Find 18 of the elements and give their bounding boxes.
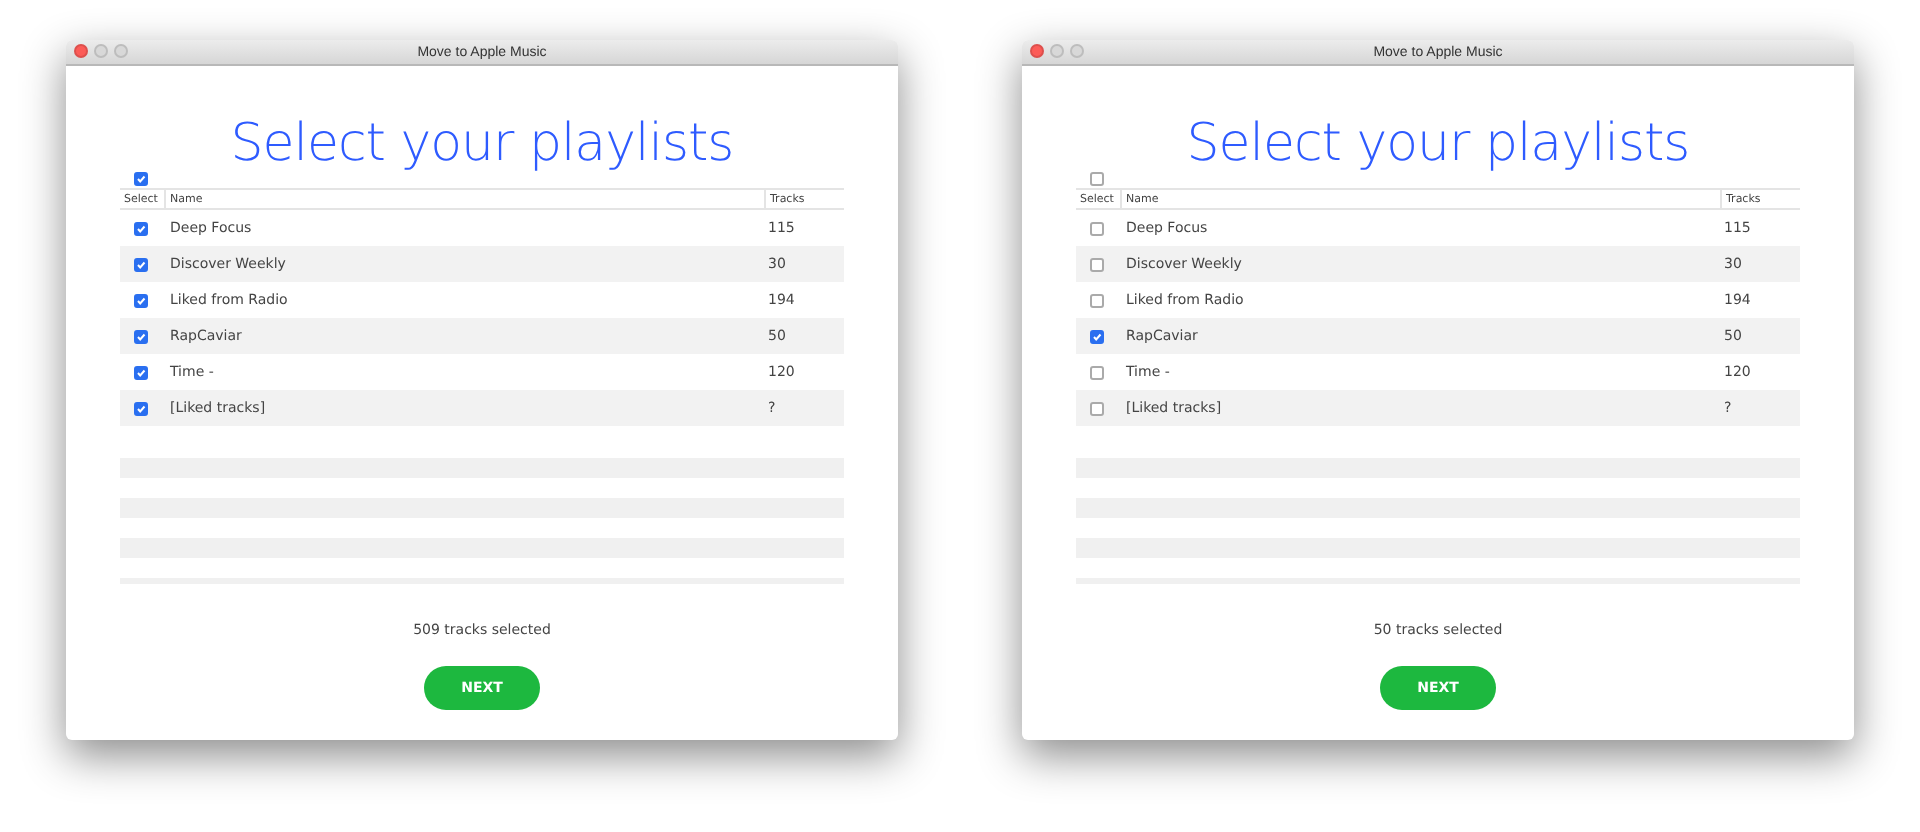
close-button[interactable] xyxy=(74,44,88,58)
row-checkbox[interactable] xyxy=(134,257,148,271)
page-heading: Select your playlists xyxy=(1184,114,1692,174)
row-checkbox[interactable] xyxy=(1090,257,1104,271)
row-checkbox[interactable] xyxy=(1090,329,1104,343)
page-heading: Select your playlists xyxy=(228,114,736,174)
select-all-checkbox[interactable] xyxy=(1090,171,1104,185)
row-checkbox[interactable] xyxy=(134,221,148,235)
row-checkbox[interactable] xyxy=(134,329,148,343)
row-checkbox[interactable] xyxy=(1090,293,1104,307)
row-checkbox[interactable] xyxy=(134,365,148,379)
row-checkbox[interactable] xyxy=(134,293,148,307)
row-checkbox[interactable] xyxy=(1090,221,1104,235)
row-checkbox[interactable] xyxy=(1090,401,1104,415)
row-checkbox[interactable] xyxy=(1090,365,1104,379)
close-button[interactable] xyxy=(1030,44,1044,58)
select-all-checkbox[interactable] xyxy=(134,171,148,185)
row-checkbox[interactable] xyxy=(134,401,148,415)
